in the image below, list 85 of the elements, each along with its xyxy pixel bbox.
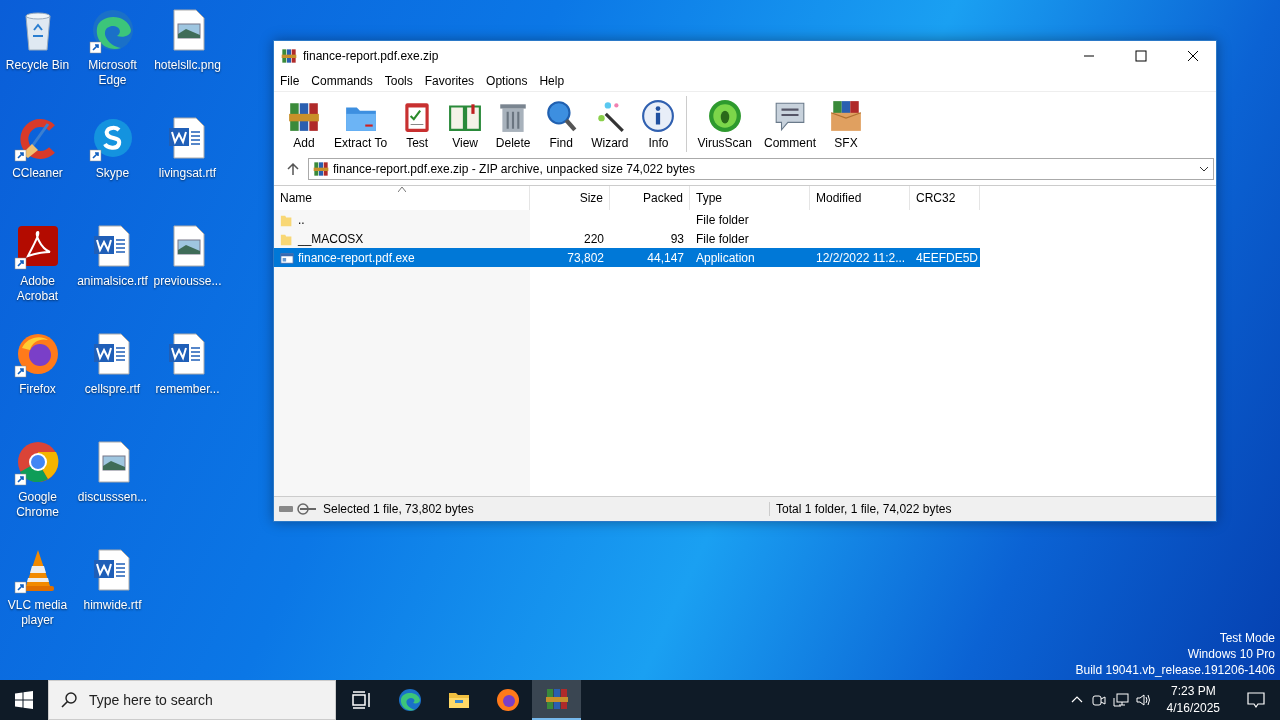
icon-label[interactable]: Google Chrome bbox=[0, 490, 75, 520]
icon-label[interactable]: remember... bbox=[150, 382, 225, 397]
file-row[interactable]: __MACOSX 220 93 File folder bbox=[274, 229, 1216, 248]
column-header[interactable]: Type bbox=[690, 186, 810, 210]
toolbar-button[interactable]: Wizard bbox=[585, 92, 635, 156]
icon-label[interactable]: CCleaner bbox=[0, 166, 75, 181]
box-icon bbox=[829, 98, 863, 133]
column-header[interactable]: Modified bbox=[810, 186, 910, 210]
file-row[interactable]: .. File folder bbox=[274, 210, 1216, 229]
table-cell-text: 73,802 bbox=[566, 250, 605, 265]
toolbar-button[interactable]: SFX bbox=[822, 92, 870, 156]
icon-label[interactable]: Recycle Bin bbox=[0, 58, 75, 73]
icon-label[interactable]: VLC media player bbox=[0, 598, 75, 628]
books-icon bbox=[313, 161, 329, 177]
dropdown-caret-icon[interactable] bbox=[1199, 164, 1209, 174]
toolbar-button[interactable]: Comment bbox=[757, 92, 822, 156]
clock-time[interactable]: 7:23 PM bbox=[1170, 683, 1216, 700]
maximize-icon bbox=[1135, 50, 1147, 62]
magnifier-icon bbox=[544, 98, 579, 133]
status-text: Selected 1 file, 73,802 bytes bbox=[322, 502, 770, 516]
system-text: Windows 10 Pro bbox=[1187, 646, 1275, 662]
icon-label[interactable]: himwide.rtf bbox=[75, 598, 150, 613]
toolbar-button[interactable]: Delete bbox=[489, 92, 538, 156]
application-icon bbox=[280, 250, 294, 265]
system-text: Test Mode bbox=[1219, 630, 1275, 646]
table-cell-text: 220 bbox=[582, 231, 605, 246]
status-text: Total 1 folder, 1 file, 74,022 bytes bbox=[775, 502, 952, 516]
network-icon[interactable] bbox=[1112, 692, 1129, 708]
camera-icon[interactable] bbox=[1090, 692, 1107, 708]
browser-icon bbox=[397, 688, 422, 712]
close-icon bbox=[1187, 50, 1199, 62]
icon-label[interactable]: livingsat.rtf bbox=[150, 166, 225, 181]
icon-label[interactable]: cellspre.rtf bbox=[75, 382, 150, 397]
icon-label[interactable]: Adobe Acrobat bbox=[0, 274, 75, 304]
menu-item[interactable]: Favorites bbox=[420, 72, 483, 90]
volume-icon[interactable] bbox=[1134, 692, 1151, 708]
icon-label[interactable]: hotelsllc.png bbox=[150, 58, 225, 73]
table-cell-text: 12/2/2022 11:2... bbox=[815, 250, 907, 265]
up-arrow-icon[interactable] bbox=[286, 162, 300, 176]
column-header[interactable]: Name bbox=[274, 186, 530, 210]
table-cell-text: File folder bbox=[695, 212, 750, 227]
clock-date[interactable]: 4/16/2025 bbox=[1166, 700, 1220, 717]
table-cell-text: File folder bbox=[695, 231, 750, 246]
system-text: Build 19041.vb_release.191206-1406 bbox=[1075, 662, 1275, 678]
column-header[interactable]: Size bbox=[530, 186, 610, 210]
windows-logo-icon bbox=[15, 691, 33, 709]
file-name: __MACOSX bbox=[298, 231, 364, 246]
info-icon bbox=[641, 98, 676, 133]
icon-label[interactable]: discusssen... bbox=[75, 490, 150, 505]
drive-status-icon bbox=[278, 503, 318, 515]
icon-label[interactable]: previousse... bbox=[150, 274, 225, 289]
icon-label[interactable]: Skype bbox=[75, 166, 150, 181]
books-icon bbox=[544, 687, 569, 711]
window-title: finance-report.pdf.exe.zip bbox=[303, 49, 440, 63]
column-header[interactable]: Packed bbox=[610, 186, 690, 210]
menu-item[interactable]: Commands bbox=[307, 72, 381, 90]
toolbar-button[interactable]: Add bbox=[280, 92, 328, 156]
toolbar-button[interactable]: Find bbox=[537, 92, 586, 156]
toolbar-button[interactable]: VirusScan bbox=[691, 92, 758, 156]
toolbar-button[interactable]: Info bbox=[634, 92, 683, 156]
bug-icon bbox=[707, 98, 742, 133]
menu-item[interactable]: File bbox=[276, 72, 308, 90]
menu-item[interactable]: Help bbox=[535, 72, 573, 90]
table-cell-text: 4EEFDE5D bbox=[915, 250, 980, 265]
browser-icon bbox=[495, 688, 520, 712]
books-icon bbox=[281, 48, 297, 64]
menu-item[interactable]: Options bbox=[482, 72, 536, 90]
notification-icon[interactable] bbox=[1246, 690, 1266, 710]
table-cell-text: 93 bbox=[669, 231, 685, 246]
icon-label[interactable]: Firefox bbox=[0, 382, 75, 397]
address-field[interactable]: finance-report.pdf.exe.zip - ZIP archive, unpacked size 74,022 bytes bbox=[308, 158, 1214, 180]
toolbar-button[interactable]: Extract To bbox=[328, 92, 394, 156]
file-name: finance-report.pdf.exe bbox=[298, 250, 415, 265]
search-icon bbox=[60, 691, 78, 709]
file-row[interactable]: finance-report.pdf.exe 73,802 44,147 Application 12/2/2022 11:2... 4EEFDE5D bbox=[274, 248, 980, 267]
icon-label[interactable]: animalsice.rtf bbox=[75, 274, 150, 289]
icon-label[interactable]: Microsoft Edge bbox=[75, 58, 150, 88]
toolbar-button[interactable]: Test bbox=[393, 92, 442, 156]
column-header[interactable]: CRC32 bbox=[910, 186, 980, 210]
file-name: .. bbox=[298, 212, 305, 227]
toolbar-button[interactable]: View bbox=[441, 92, 490, 156]
table-cell-text: 44,147 bbox=[646, 250, 685, 265]
table-cell-text: Application bbox=[695, 250, 756, 265]
search-field[interactable]: Type here to search bbox=[48, 680, 336, 720]
menu-item[interactable]: Tools bbox=[380, 72, 421, 90]
